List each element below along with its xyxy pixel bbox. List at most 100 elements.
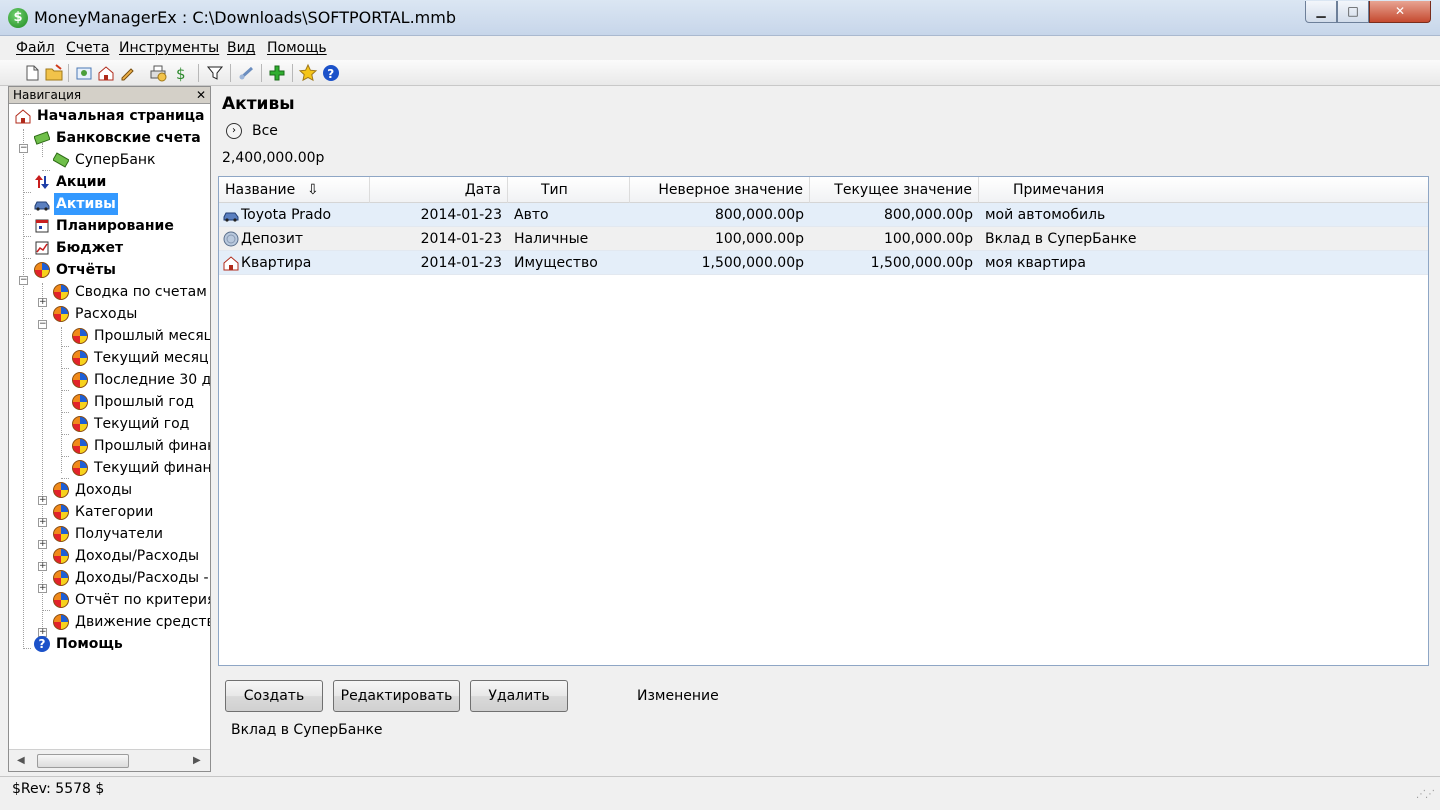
filter-label: Все xyxy=(252,123,278,139)
nav-close-icon[interactable]: ✕ xyxy=(196,87,206,103)
filter-icon[interactable] xyxy=(205,63,225,83)
currency-icon[interactable]: $ xyxy=(172,63,192,83)
table-row[interactable]: Депозит 2014-01-23 Наличные 100,000.00р … xyxy=(219,227,1428,251)
nav-label: Доходы/Расходы xyxy=(75,548,200,564)
selected-notes: Вклад в СуперБанке xyxy=(231,722,383,738)
nav-label: Отчёты xyxy=(56,262,116,278)
table-row[interactable]: Toyota Prado 2014-01-23 Авто 800,000.00р… xyxy=(219,203,1428,227)
nav-horizontal-scrollbar[interactable]: ◀ ▶ xyxy=(9,749,210,771)
pie-chart-icon xyxy=(53,504,69,520)
assets-panel: Активы › Все 2,400,000.00р Название ⇩ Да… xyxy=(214,86,1434,772)
delete-button[interactable]: Удалить xyxy=(470,680,568,712)
navigation-header: Навигация ✕ xyxy=(9,87,210,104)
create-button[interactable]: Создать xyxy=(225,680,323,712)
nav-label: Расходы xyxy=(75,306,138,322)
new-file-icon[interactable] xyxy=(22,63,42,83)
svg-text:?: ? xyxy=(327,67,334,81)
coin-icon xyxy=(223,231,239,247)
calendar-icon xyxy=(35,219,49,233)
maximize-button[interactable]: □ xyxy=(1337,1,1369,23)
assets-table: Название ⇩ Дата Тип Неверное значение Те… xyxy=(218,176,1429,666)
column-name[interactable]: Название ⇩ xyxy=(219,177,370,203)
nav-label: Последние 30 дней xyxy=(94,372,210,388)
print-icon[interactable] xyxy=(148,63,168,83)
payees-expand-toggle[interactable]: + xyxy=(38,540,47,549)
nav-label: Активы xyxy=(54,193,118,215)
toolbar: $ ? xyxy=(0,60,1440,86)
open-folder-icon[interactable] xyxy=(44,63,64,83)
menu-accounts[interactable]: Счета xyxy=(66,40,109,56)
income-expense-monthly-expand-toggle[interactable]: + xyxy=(38,584,47,593)
filter-arrow-icon[interactable]: › xyxy=(226,123,242,139)
help-icon[interactable]: ? xyxy=(321,63,341,83)
cell-type: Имущество xyxy=(514,255,598,271)
svg-text:$: $ xyxy=(176,65,186,83)
app-logo-icon: $ xyxy=(8,8,28,28)
nav-label: Прошлый финансовый год xyxy=(94,438,210,454)
nav-label: Помощь xyxy=(56,636,123,652)
nav-label: Движение средств xyxy=(75,614,210,630)
cell-date: 2014-01-23 xyxy=(420,231,502,247)
sort-descending-icon: ⇩ xyxy=(307,182,319,198)
title-bar: $ MoneyManagerEx : C:\Downloads\SOFTPORT… xyxy=(0,0,1440,36)
close-button[interactable]: ✕ xyxy=(1369,1,1431,23)
income-expand-toggle[interactable]: + xyxy=(38,496,47,505)
help-icon: ? xyxy=(34,636,50,652)
cell-initial-value: 1,500,000.00р xyxy=(701,255,804,271)
menu-file[interactable]: Файл xyxy=(16,40,55,56)
nav-label: Прошлый месяц xyxy=(94,328,210,344)
menu-help[interactable]: Помощь xyxy=(267,40,327,56)
scroll-right-icon[interactable]: ▶ xyxy=(193,755,201,766)
column-notes[interactable]: Примечания xyxy=(979,177,1428,203)
pie-chart-icon xyxy=(72,394,88,410)
pie-chart-icon xyxy=(53,570,69,586)
table-header: Название ⇩ Дата Тип Неверное значение Те… xyxy=(219,177,1428,203)
menu-tools[interactable]: Инструменты xyxy=(119,40,219,56)
pie-chart-icon xyxy=(53,306,69,322)
scroll-left-icon[interactable]: ◀ xyxy=(17,755,25,766)
column-label: Название xyxy=(225,182,296,198)
column-date[interactable]: Дата xyxy=(370,177,508,203)
bank-accounts-collapse-toggle[interactable]: − xyxy=(19,144,28,153)
scroll-thumb[interactable] xyxy=(37,754,129,768)
income-expense-expand-toggle[interactable]: + xyxy=(38,562,47,571)
categories-expand-toggle[interactable]: + xyxy=(38,518,47,527)
column-initial-value[interactable]: Неверное значение xyxy=(630,177,810,203)
nav-label: Текущий финансовый год xyxy=(94,460,210,476)
account-summary-expand-toggle[interactable]: + xyxy=(38,298,47,307)
pie-chart-icon xyxy=(53,592,69,608)
resize-grip-icon[interactable]: ⋰⋰ xyxy=(1416,789,1435,800)
cell-name: Toyota Prado xyxy=(219,203,370,227)
edit-button[interactable]: Редактировать xyxy=(333,680,460,712)
reports-collapse-toggle[interactable]: − xyxy=(19,276,28,285)
nav-label: Сводка по счетам xyxy=(75,284,207,300)
new-account-icon[interactable] xyxy=(74,63,94,83)
minimize-button[interactable]: ▁ xyxy=(1305,1,1337,23)
pie-chart-icon xyxy=(72,438,88,454)
nav-label: СуперБанк xyxy=(75,152,156,168)
edit-icon[interactable] xyxy=(118,63,138,83)
pie-chart-icon xyxy=(72,350,88,366)
link-icon[interactable] xyxy=(237,63,257,83)
navigation-panel: Навигация ✕ − − + − + + + + + + Начальна… xyxy=(8,86,211,772)
pie-chart-icon xyxy=(53,548,69,564)
pie-chart-icon xyxy=(53,284,69,300)
home-icon[interactable] xyxy=(96,63,116,83)
pie-chart-icon xyxy=(53,614,69,630)
car-icon xyxy=(223,212,239,222)
pie-chart-icon xyxy=(72,328,88,344)
nav-label: Текущий год xyxy=(94,416,190,432)
house-icon xyxy=(223,256,239,271)
asset-name: Депозит xyxy=(241,231,303,247)
add-icon[interactable] xyxy=(267,63,287,83)
nav-label: Получатели xyxy=(75,526,163,542)
nav-label: Текущий месяц xyxy=(94,350,209,366)
star-icon[interactable] xyxy=(298,63,318,83)
money-icon xyxy=(34,131,50,145)
expenses-collapse-toggle[interactable]: − xyxy=(38,320,47,329)
column-current-value[interactable]: Текущее значение xyxy=(810,177,979,203)
menu-view[interactable]: Вид xyxy=(227,40,255,56)
home-icon xyxy=(15,109,31,124)
column-type[interactable]: Тип xyxy=(508,177,630,203)
table-row[interactable]: Квартира 2014-01-23 Имущество 1,500,000.… xyxy=(219,251,1428,275)
